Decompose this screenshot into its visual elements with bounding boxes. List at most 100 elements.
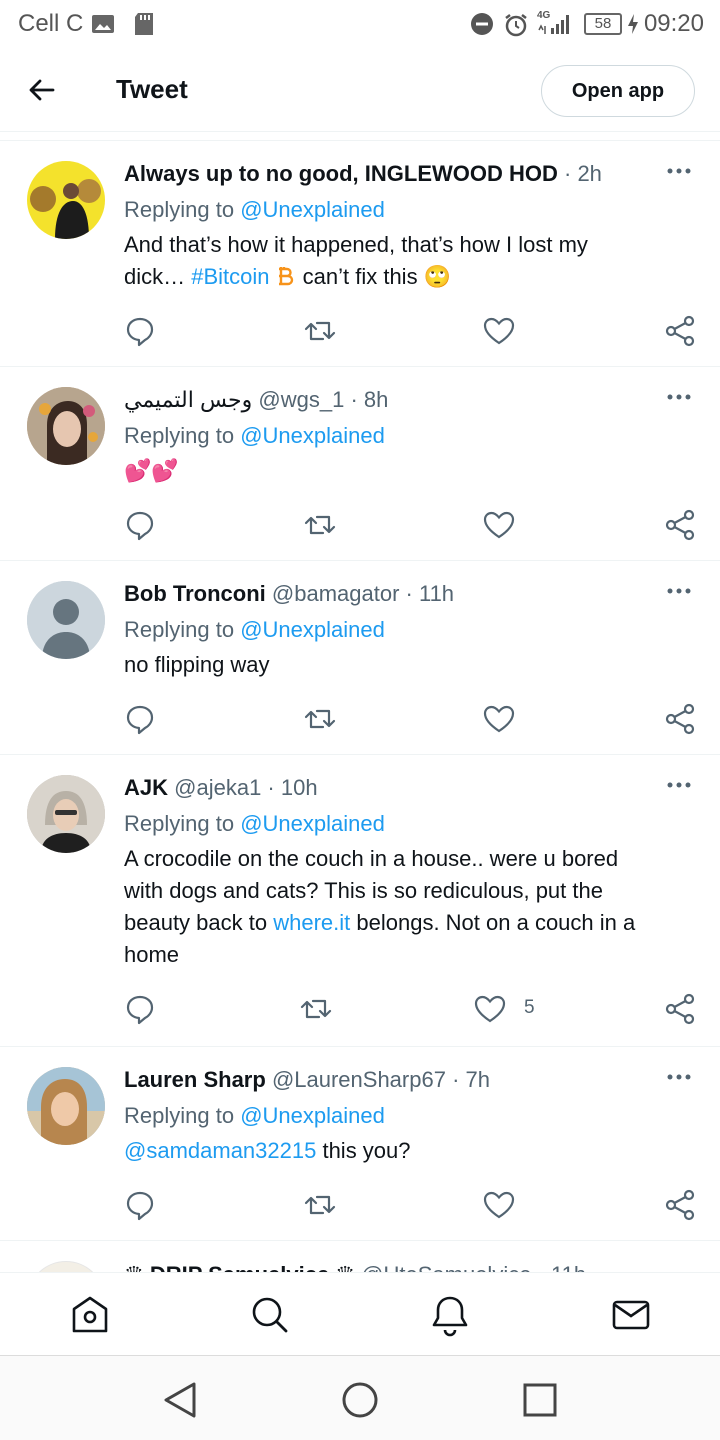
tweet-actions [0,1187,720,1227]
display-name[interactable]: وجس التميمي [124,387,252,412]
avatar[interactable] [27,1261,105,1272]
tweet-actions [0,313,720,353]
system-back-icon[interactable] [158,1378,202,1422]
tweet-actions [0,701,720,741]
heart-icon[interactable] [481,313,517,349]
display-name[interactable]: Always up to no good, INGLEWOOD HOD [124,161,558,186]
heart-icon[interactable] [481,1187,517,1223]
mention-link[interactable]: @samdaman32215 [124,1138,316,1163]
open-app-button[interactable]: Open app [541,65,695,117]
app-header: Tweet Open app [0,50,720,132]
avatar[interactable] [27,387,105,465]
reply-icon[interactable] [122,313,158,349]
reply-tweet[interactable]: وجس التميمي @wgs_1 · 8h Replying to @Une… [0,367,720,561]
share-icon[interactable] [662,1187,698,1223]
mail-icon[interactable] [609,1293,653,1337]
display-name[interactable]: Lauren Sharp [124,1067,266,1092]
reply-icon[interactable] [122,1187,158,1223]
system-home-icon[interactable] [338,1378,382,1422]
handle[interactable]: @ajeka1 [174,775,261,800]
retweet-icon[interactable] [302,701,338,737]
handle[interactable]: @wgs_1 [258,387,344,412]
replying-to: Replying to @Unexplained [124,617,385,642]
handle[interactable]: @LaurenSharp67 [272,1067,446,1092]
heart-icon[interactable] [481,507,517,543]
mention-link[interactable]: @Unexplained [240,811,385,836]
sd-card-icon [135,13,153,35]
search-icon[interactable] [248,1293,292,1337]
heart-icon[interactable] [481,701,517,737]
like-count: 5 [524,997,535,1018]
avatar[interactable] [27,1067,105,1145]
reply-tweet[interactable]: Lauren Sharp @LaurenSharp67 · 7h Replyin… [0,1047,720,1241]
more-dots-icon[interactable] [666,581,692,601]
charging-icon [628,14,638,34]
retweet-icon[interactable] [302,507,338,543]
handle[interactable]: @bamagator [272,581,400,606]
more-dots-icon[interactable] [666,387,692,407]
reply-tweet[interactable]: AJK @ajeka1 · 10h Replying to @Unexplain… [0,755,720,1047]
reply-tweet[interactable]: Bob Tronconi @bamagator · 11h Replying t… [0,561,720,755]
more-dots-icon[interactable] [666,161,692,181]
retweet-icon[interactable] [302,1187,338,1223]
bell-icon[interactable] [428,1293,472,1337]
timestamp[interactable]: 2h [577,161,601,186]
timestamp[interactable]: 10h [281,775,318,800]
system-navigation-bar [0,1356,720,1440]
carrier-label: Cell C [18,10,84,37]
replying-to: Replying to @Unexplained [124,423,385,448]
signal-icon [538,15,569,34]
tweet-header: وجس التميمي @wgs_1 · 8h [124,387,389,412]
handle[interactable]: @UteSamuelvice [361,1262,531,1272]
timestamp[interactable]: 11h [419,581,454,606]
retweet-icon[interactable] [298,991,334,1027]
reply-icon[interactable] [122,507,158,543]
more-dots-icon[interactable] [666,1067,692,1087]
timestamp[interactable]: 7h [466,1067,490,1092]
mention-link[interactable]: @Unexplained [240,423,385,448]
timestamp[interactable]: 11h [551,1262,586,1272]
more-dots-icon[interactable] [666,775,692,795]
system-recents-icon[interactable] [518,1378,562,1422]
display-name[interactable]: AJK [124,775,168,800]
tweet-header: Always up to no good, INGLEWOOD HOD · 2h [124,161,602,186]
page-title: Tweet [116,74,188,104]
replying-to: Replying to @Unexplained [124,197,385,222]
share-icon[interactable] [662,991,698,1027]
clock: 09:20 [643,10,704,37]
timestamp[interactable]: 8h [364,387,388,412]
share-icon[interactable] [662,701,698,737]
retweet-icon[interactable] [302,313,338,349]
share-icon[interactable] [662,507,698,543]
avatar[interactable] [27,775,105,853]
image-icon [92,15,114,33]
eye-roll-emoji: 🙄 [423,264,452,289]
home-icon[interactable] [68,1293,112,1337]
alarm-icon [505,14,527,37]
mention-link[interactable]: @Unexplained [240,617,385,642]
back-arrow-icon[interactable] [26,74,58,106]
bottom-navigation [0,1272,720,1356]
tweet-text: And that’s how it happened, that’s how I… [124,232,588,289]
tweet-actions: 5 [0,991,720,1031]
display-name[interactable]: ♛ DRIP Samuelvice ♛ [124,1262,355,1272]
tweet-text: 💕💕 [124,458,179,483]
avatar[interactable] [27,581,105,659]
mention-link[interactable]: @Unexplained [240,1103,385,1128]
heart-icon[interactable] [472,991,508,1027]
reply-tweet[interactable]: ♛ DRIP Samuelvice ♛ @UteSamuelvice · 11h [0,1241,720,1272]
avatar-image [27,387,105,465]
mention-link[interactable]: @Unexplained [240,197,385,222]
url-link[interactable]: where.it [273,910,350,935]
display-name[interactable]: Bob Tronconi [124,581,266,606]
reply-icon[interactable] [122,701,158,737]
tweet-actions [0,507,720,547]
reply-icon[interactable] [122,991,158,1027]
avatar[interactable] [27,161,105,239]
share-icon[interactable] [662,313,698,349]
replying-to: Replying to @Unexplained [124,811,385,836]
reply-tweet[interactable]: Always up to no good, INGLEWOOD HOD · 2h… [0,141,720,367]
replies-feed[interactable]: Always up to no good, INGLEWOOD HOD · 2h… [0,140,720,1272]
avatar-image [27,775,105,853]
hashtag-link[interactable]: #Bitcoin [191,264,269,289]
